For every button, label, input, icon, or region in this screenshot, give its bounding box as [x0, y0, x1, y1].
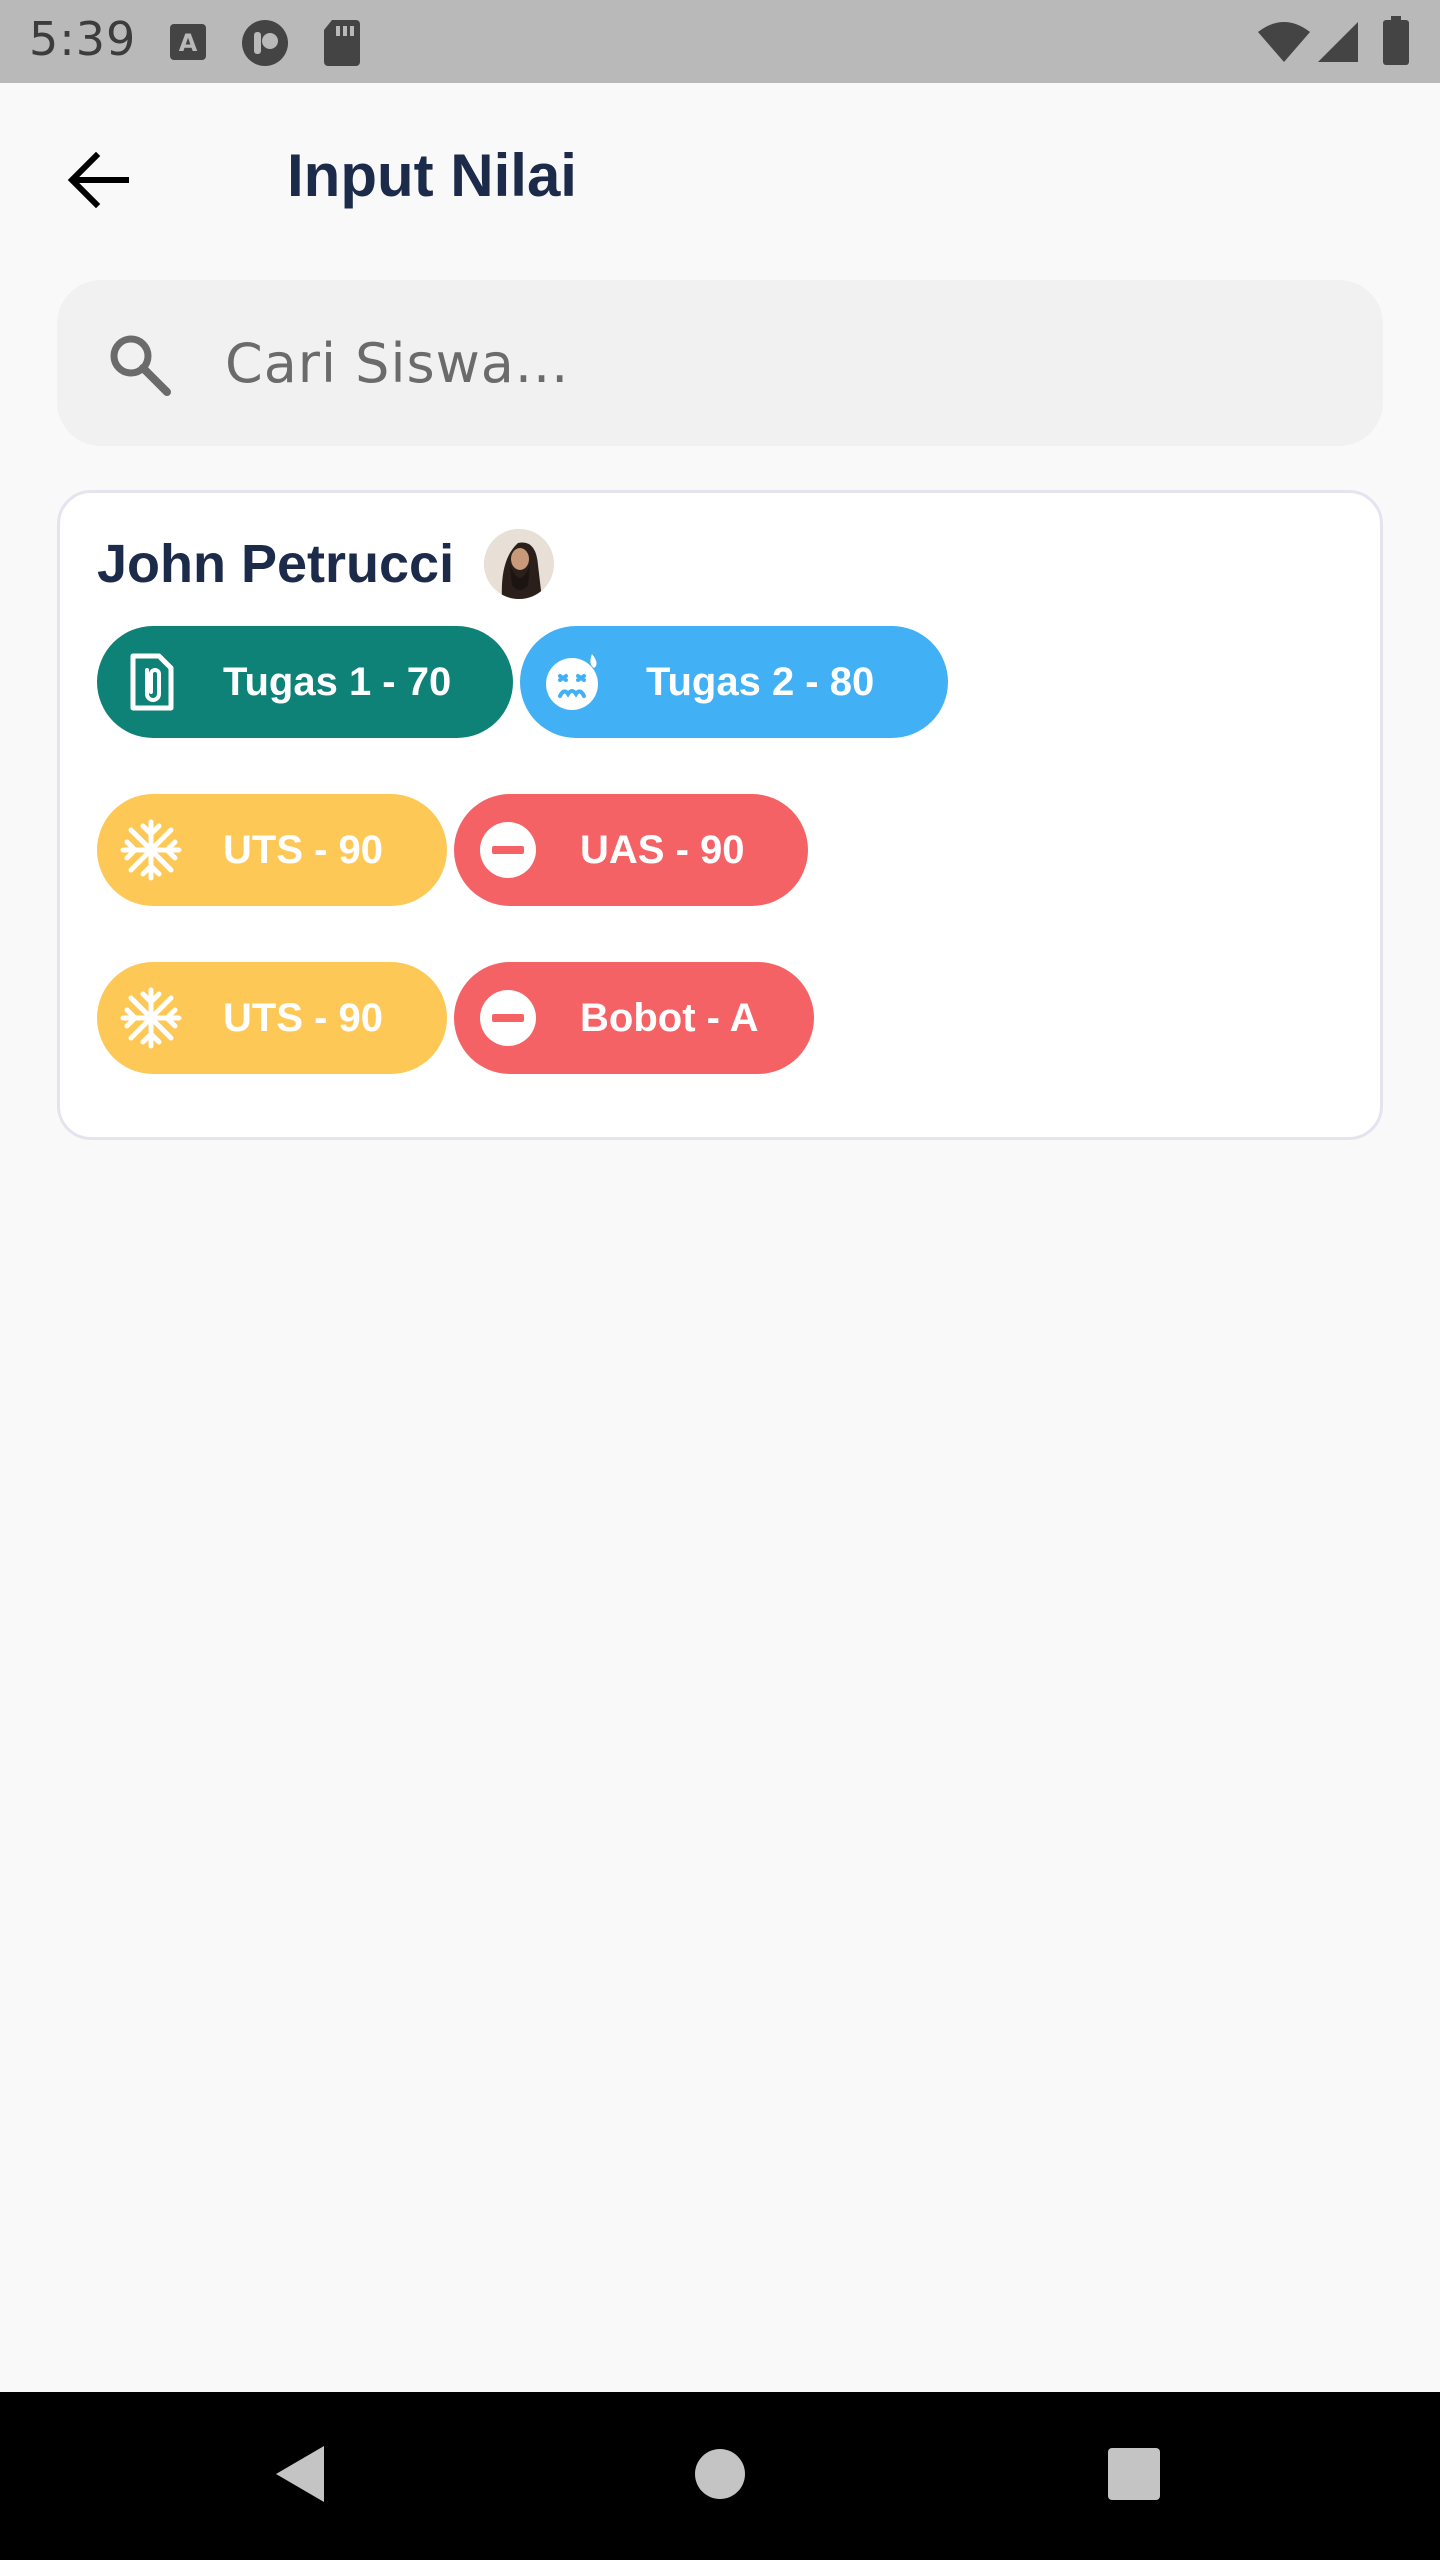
- back-triangle-icon: [270, 2442, 330, 2511]
- font-a-icon: A: [168, 22, 208, 67]
- back-button[interactable]: [56, 140, 140, 224]
- search-box[interactable]: [57, 280, 1383, 446]
- chip-label: UTS - 90: [223, 996, 384, 1040]
- grade-chip-tugas-2[interactable]: Tugas 2 - 80: [520, 626, 948, 738]
- svg-text:A: A: [179, 29, 198, 57]
- status-time: 5:39: [29, 12, 137, 66]
- grade-chip-uts[interactable]: UTS - 90: [97, 794, 447, 906]
- grade-chip-uts-2[interactable]: UTS - 90: [97, 962, 447, 1074]
- student-name: John Petrucci: [97, 534, 455, 594]
- wifi-icon: [1256, 20, 1312, 69]
- avatar: [484, 529, 554, 599]
- chip-label: Tugas 2 - 80: [646, 660, 875, 704]
- assistant-icon: [240, 18, 290, 73]
- search-input[interactable]: [223, 324, 1327, 402]
- status-bar: 5:39 A: [0, 0, 1440, 83]
- sad-sweat-face-icon: [542, 650, 606, 714]
- grade-chip-uas[interactable]: UAS - 90: [454, 794, 808, 906]
- student-card[interactable]: John Petrucci Tugas 1 - 70 Tugas 2 - 80 …: [57, 490, 1383, 1140]
- chip-label: UTS - 90: [223, 828, 384, 872]
- arrow-left-icon: [66, 151, 130, 213]
- snowflake-icon: [119, 818, 183, 882]
- nav-back-button[interactable]: [260, 2436, 340, 2516]
- chip-label: UAS - 90: [580, 828, 745, 872]
- grade-chip-tugas-1[interactable]: Tugas 1 - 70: [97, 626, 513, 738]
- signal-icon: [1316, 20, 1360, 69]
- chip-label: Bobot - A: [580, 996, 759, 1040]
- snowflake-icon: [119, 986, 183, 1050]
- grade-chip-bobot[interactable]: Bobot - A: [454, 962, 814, 1074]
- chip-label: Tugas 1 - 70: [223, 660, 452, 704]
- search-icon: [105, 330, 173, 403]
- minus-circle-icon: [476, 986, 540, 1050]
- minus-circle-icon: [476, 818, 540, 882]
- nav-home-button[interactable]: [680, 2436, 760, 2516]
- system-nav-bar: [0, 2392, 1440, 2560]
- home-circle-icon: [692, 2446, 748, 2507]
- clipboard-icon: [119, 650, 183, 714]
- nav-recents-button[interactable]: [1094, 2436, 1174, 2516]
- page-title: Input Nilai: [287, 142, 577, 209]
- recents-square-icon: [1106, 2446, 1162, 2507]
- battery-icon: [1382, 16, 1410, 71]
- sd-card-icon: [322, 18, 362, 71]
